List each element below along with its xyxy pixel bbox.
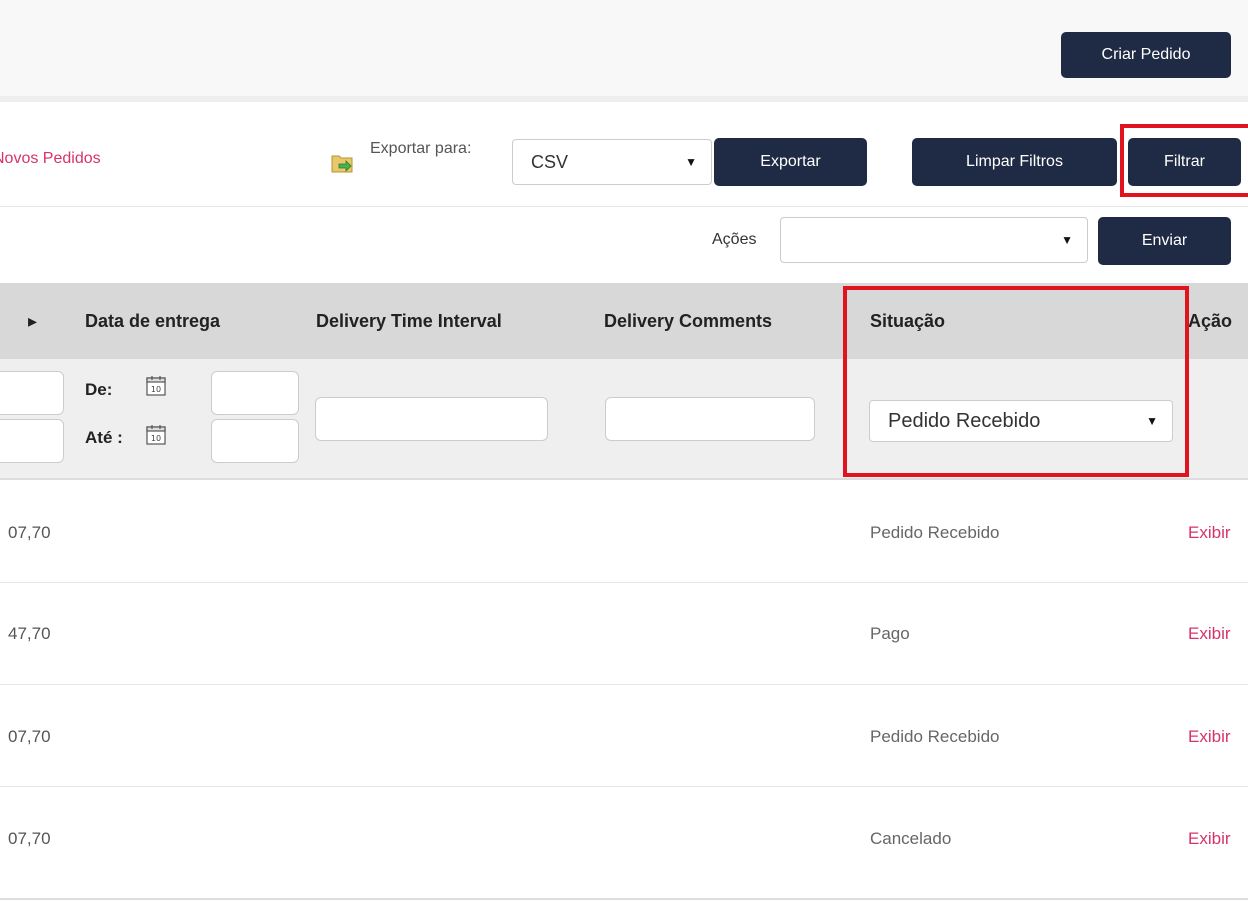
column-header-delivery-time-interval[interactable]: Delivery Time Interval xyxy=(316,311,502,332)
filter-input-to-partial[interactable] xyxy=(0,419,64,463)
calendar-icon[interactable]: 10 xyxy=(145,375,167,397)
row-status: Pago xyxy=(870,624,910,643)
status-filter-value: Pedido Recebido xyxy=(888,409,1041,432)
clear-filters-button[interactable]: Limpar Filtros xyxy=(912,138,1117,186)
export-format-select[interactable]: CSV ▼ xyxy=(512,139,712,185)
row-view-link[interactable]: Exibir xyxy=(1188,727,1231,747)
row-view-link[interactable]: Exibir xyxy=(1188,523,1231,543)
divider xyxy=(0,206,1248,207)
column-header-partial: ▸ xyxy=(28,311,38,331)
export-file-icon xyxy=(331,155,353,173)
date-to-input[interactable] xyxy=(211,419,299,463)
delivery-time-interval-input[interactable] xyxy=(315,397,548,441)
row-value: 07,70 xyxy=(8,829,51,848)
row-view-link[interactable]: Exibir xyxy=(1188,624,1231,644)
status-filter-select[interactable]: Pedido Recebido ▼ xyxy=(869,400,1173,442)
chevron-down-icon: ▼ xyxy=(1146,414,1158,428)
column-header-status[interactable]: Situação xyxy=(870,311,945,332)
row-divider xyxy=(0,786,1248,787)
filter-button[interactable]: Filtrar xyxy=(1128,138,1241,186)
row-status: Pedido Recebido xyxy=(870,727,1000,746)
date-to-label: Até : xyxy=(85,428,123,447)
row-view-link[interactable]: Exibir xyxy=(1188,829,1231,849)
chevron-down-icon: ▼ xyxy=(685,155,697,169)
date-from-input[interactable] xyxy=(211,371,299,415)
column-header-delivery-date[interactable]: Data de entrega xyxy=(85,311,220,332)
row-divider xyxy=(0,684,1248,685)
row-value: 07,70 xyxy=(8,727,51,746)
row-status: Cancelado xyxy=(870,829,952,848)
svg-text:10: 10 xyxy=(151,385,161,394)
new-orders-link[interactable]: Novos Pedidos xyxy=(0,150,101,168)
date-from-label: De: xyxy=(85,380,113,399)
row-status: Pedido Recebido xyxy=(870,523,1000,542)
delivery-comments-input[interactable] xyxy=(605,397,815,441)
actions-label: Ações xyxy=(712,231,757,248)
row-divider xyxy=(0,582,1248,583)
calendar-icon[interactable]: 10 xyxy=(145,424,167,446)
filter-input-from-partial[interactable] xyxy=(0,371,64,415)
row-value: 07,70 xyxy=(8,523,51,542)
table-bottom-border xyxy=(0,898,1248,900)
export-label: Exportar para: xyxy=(370,140,472,157)
export-button[interactable]: Exportar xyxy=(714,138,867,186)
export-format-value: CSV xyxy=(531,151,569,172)
column-header-delivery-comments[interactable]: Delivery Comments xyxy=(604,311,772,332)
row-value: 47,70 xyxy=(8,624,51,643)
svg-text:10: 10 xyxy=(151,434,161,443)
actions-select[interactable]: ▼ xyxy=(780,217,1088,263)
send-button[interactable]: Enviar xyxy=(1098,217,1231,265)
column-header-action: Ação xyxy=(1188,311,1233,331)
chevron-down-icon: ▼ xyxy=(1061,233,1073,247)
create-order-button[interactable]: Criar Pedido xyxy=(1061,32,1231,78)
